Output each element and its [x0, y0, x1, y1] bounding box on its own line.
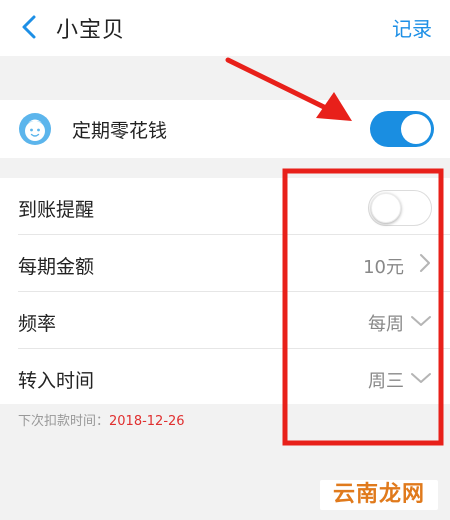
amount-value: 10元	[363, 257, 404, 278]
page-title: 小宝贝	[56, 18, 126, 43]
arrival-reminder-toggle[interactable]	[368, 190, 432, 226]
allowance-toggle-row: 定期零花钱	[0, 100, 450, 158]
allowance-label: 定期零花钱	[72, 120, 168, 142]
chevron-left-icon[interactable]	[18, 14, 42, 40]
toggle-knob	[401, 114, 431, 144]
record-button[interactable]: 记录	[392, 13, 432, 42]
chevron-right-icon	[420, 254, 430, 272]
next-deduction-date: 2018-12-26	[109, 414, 185, 429]
frequency-row[interactable]: 频率 每周	[0, 292, 450, 348]
baby-face-icon	[19, 113, 51, 145]
transfer-time-label: 转入时间	[18, 370, 95, 392]
watermark-logo: 云南龙网	[320, 480, 438, 510]
transfer-time-row[interactable]: 转入时间 周三	[0, 349, 450, 405]
arrival-reminder-row: 到账提醒	[0, 178, 450, 234]
settings-list: 到账提醒 每期金额 10元 频率 每周 转入时间 周三	[0, 178, 450, 404]
next-deduction-note: 下次扣款时间：2018-12-26	[18, 410, 185, 429]
allowance-toggle[interactable]	[370, 111, 434, 147]
amount-label: 每期金额	[18, 256, 95, 278]
toggle-knob	[371, 193, 401, 223]
arrival-reminder-label: 到账提醒	[18, 199, 95, 221]
frequency-label: 频率	[18, 313, 57, 335]
nav-bar: 小宝贝 记录	[0, 0, 450, 56]
frequency-value: 每周	[368, 314, 404, 335]
chevron-down-icon	[411, 316, 431, 326]
next-deduction-label: 下次扣款时间：	[18, 414, 110, 429]
chevron-down-icon	[411, 373, 431, 383]
transfer-time-value: 周三	[368, 371, 404, 392]
amount-row[interactable]: 每期金额 10元	[0, 235, 450, 291]
